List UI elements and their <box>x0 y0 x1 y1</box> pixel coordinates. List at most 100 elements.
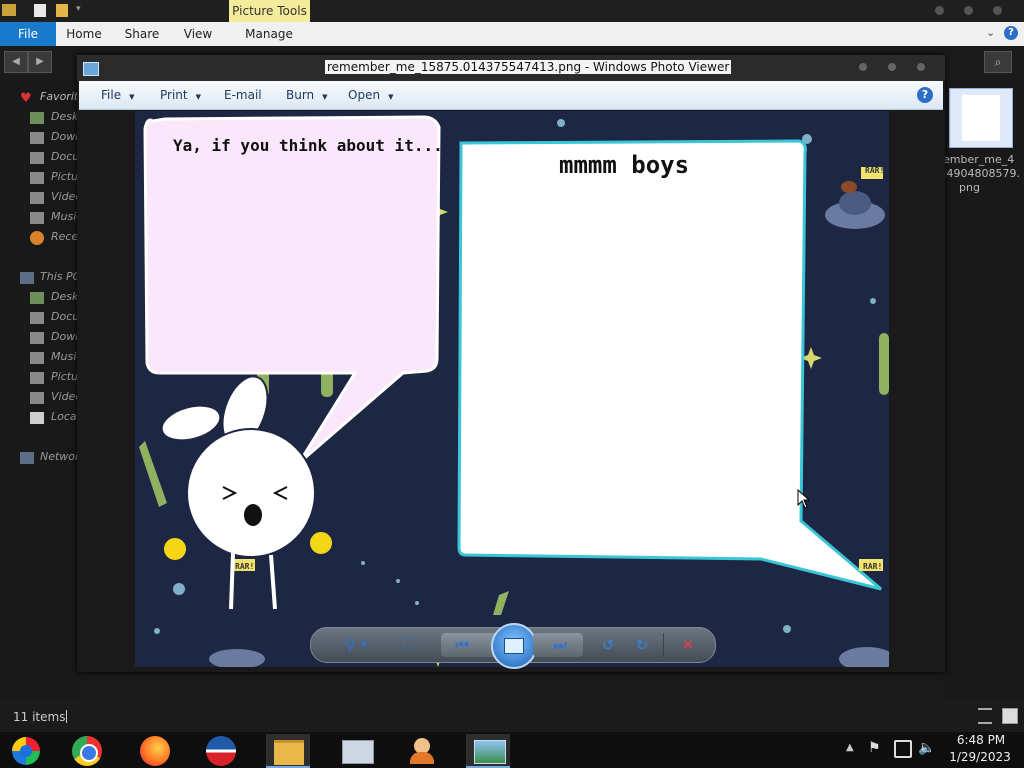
quick-access-toolbar: ▾ Picture Tools <box>0 0 1024 22</box>
file-thumbnail[interactable] <box>949 88 1013 148</box>
tab-file[interactable]: File <box>0 22 56 46</box>
previous-icon[interactable]: ⏮ <box>451 635 473 655</box>
menu-print[interactable]: Print ▼ <box>160 81 201 109</box>
right-bubble-text: mmmm boys <box>559 151 689 179</box>
close-button[interactable] <box>993 6 1002 15</box>
menu-file-label: File <box>101 88 122 102</box>
file-name-line2[interactable]: .4904808579. <box>943 167 1020 180</box>
viewer-help-icon[interactable]: ? <box>917 87 933 103</box>
viewer-close-button[interactable] <box>917 63 925 71</box>
favorites-star-icon: ♥ <box>20 91 32 106</box>
chevron-down-icon: ▼ <box>129 93 135 101</box>
properties-icon[interactable] <box>34 4 46 17</box>
menu-burn[interactable]: Burn ▼ <box>286 81 328 109</box>
help-icon[interactable]: ? <box>1004 26 1018 40</box>
downloads-icon <box>30 332 44 344</box>
left-bubble-text: Ya, if you think about it... <box>173 136 443 155</box>
pictures-icon <box>30 372 44 384</box>
menu-email[interactable]: E-mail <box>224 81 262 109</box>
fit-window-icon[interactable]: ⛶ <box>397 635 419 655</box>
sidebar-item-this-pc[interactable]: This PC <box>40 270 80 283</box>
desktop-icon <box>30 112 44 124</box>
network-icon[interactable] <box>894 740 912 758</box>
folder-icon[interactable] <box>2 4 16 16</box>
sidebar-item-pictures-pc[interactable]: Pictu <box>51 370 78 383</box>
sidebar-item-pictures[interactable]: Pictu <box>51 170 78 183</box>
qat-dropdown-icon[interactable]: ▾ <box>76 4 81 14</box>
sidebar-item-favorites[interactable]: Favorit <box>40 90 78 103</box>
maximize-button[interactable] <box>964 6 973 15</box>
displayed-image: RAR! RAR! RAR! Ya, if you think about it… <box>135 111 889 667</box>
navigation-pane: ♥ Favorit Desk Down Docu Pictu Video Mus… <box>0 78 85 700</box>
contextual-tab-group-label: Picture Tools <box>229 0 310 22</box>
items-count: 11 items <box>13 710 66 724</box>
viewer-control-bar: ⚲ ▼ ⛶ ⏮ ⏭ ↺ ↻ ✕ <box>310 623 716 669</box>
tab-manage[interactable]: Manage <box>230 22 308 46</box>
sidebar-item-documents-pc[interactable]: Docu <box>51 310 79 323</box>
tab-home[interactable]: Home <box>60 22 108 46</box>
ufo-sign-text: RAR! <box>235 562 254 571</box>
sidebar-item-desktop-pc[interactable]: Desk <box>51 290 78 303</box>
rotate-ccw-icon[interactable]: ↺ <box>597 635 619 655</box>
photo-viewer-taskbar-icon[interactable] <box>466 734 510 768</box>
search-button[interactable]: ⌕ <box>984 51 1012 73</box>
performance-monitor-icon[interactable] <box>334 734 378 766</box>
pictures-icon <box>30 172 44 184</box>
menu-open[interactable]: Open ▼ <box>348 81 393 109</box>
menu-print-label: Print <box>160 88 188 102</box>
photo-viewer-window: remember_me_15875.014375547413.png - Win… <box>77 55 945 672</box>
forward-button[interactable]: ▶ <box>28 51 52 73</box>
chevron-down-icon: ▼ <box>195 93 201 101</box>
videos-icon <box>30 192 44 204</box>
tab-share[interactable]: Share <box>118 22 166 46</box>
large-icons-view-icon[interactable] <box>1002 708 1018 724</box>
user-app-icon[interactable] <box>400 734 444 766</box>
details-view-icon[interactable] <box>978 708 992 724</box>
delete-icon[interactable]: ✕ <box>677 635 699 655</box>
this-pc-icon <box>20 272 34 284</box>
sidebar-item-network[interactable]: Networ <box>40 450 80 463</box>
file-name-line3[interactable]: png <box>959 181 980 194</box>
file-name-line1[interactable]: ember_me_4 <box>943 153 1014 166</box>
chevron-down-icon: ▼ <box>322 93 328 101</box>
viewer-minimize-button[interactable] <box>859 63 867 71</box>
slideshow-button[interactable] <box>491 623 537 669</box>
recent-places-icon <box>30 231 44 245</box>
rotate-cw-icon[interactable]: ↻ <box>631 635 653 655</box>
ufo-sign-text: RAR! <box>865 166 884 175</box>
action-center-flag-icon[interactable]: ⚑ <box>868 740 881 756</box>
sidebar-item-local-disk[interactable]: Local <box>51 410 80 423</box>
tab-view[interactable]: View <box>176 22 220 46</box>
viewer-maximize-button[interactable] <box>888 63 896 71</box>
volume-icon[interactable]: 🔈 <box>918 740 935 756</box>
mouse-cursor-icon <box>797 489 809 509</box>
menu-burn-label: Burn <box>286 88 315 102</box>
sidebar-item-desktop[interactable]: Desk <box>51 110 78 123</box>
windows-media-player-icon[interactable] <box>6 734 50 766</box>
file-explorer-icon[interactable] <box>266 734 310 768</box>
clock-date[interactable]: 1/29/2023 <box>946 750 1014 764</box>
sidebar-item-documents[interactable]: Docu <box>51 150 79 163</box>
zoom-dropdown-icon[interactable]: ▼ <box>361 640 367 649</box>
minimize-button[interactable] <box>935 6 944 15</box>
new-folder-icon[interactable] <box>56 4 68 17</box>
music-icon <box>30 352 44 364</box>
show-hidden-icons-icon[interactable]: ▲ <box>846 742 854 753</box>
zoom-icon[interactable]: ⚲ <box>339 635 361 655</box>
downloads-icon <box>30 132 44 144</box>
documents-icon <box>30 312 44 324</box>
ribbon-expand-icon[interactable]: ⌄ <box>986 26 995 39</box>
taskbar: ▲ ⚑ 🔈 6:48 PM 1/29/2023 <box>0 732 1024 768</box>
ufo-sign-text: RAR! <box>863 562 882 571</box>
next-icon[interactable]: ⏭ <box>549 635 571 655</box>
obama-logo-icon[interactable] <box>198 734 242 766</box>
clock-time[interactable]: 6:48 PM <box>950 733 1012 747</box>
status-divider <box>66 710 67 723</box>
back-button[interactable]: ◀ <box>4 51 28 73</box>
status-bar: 11 items <box>0 700 1024 732</box>
documents-icon <box>30 152 44 164</box>
file-list-pane: ember_me_4 .4904808579. png <box>943 78 1024 700</box>
menu-file[interactable]: File ▼ <box>101 81 134 109</box>
firefox-icon[interactable] <box>132 734 176 766</box>
chrome-icon[interactable] <box>66 734 110 766</box>
